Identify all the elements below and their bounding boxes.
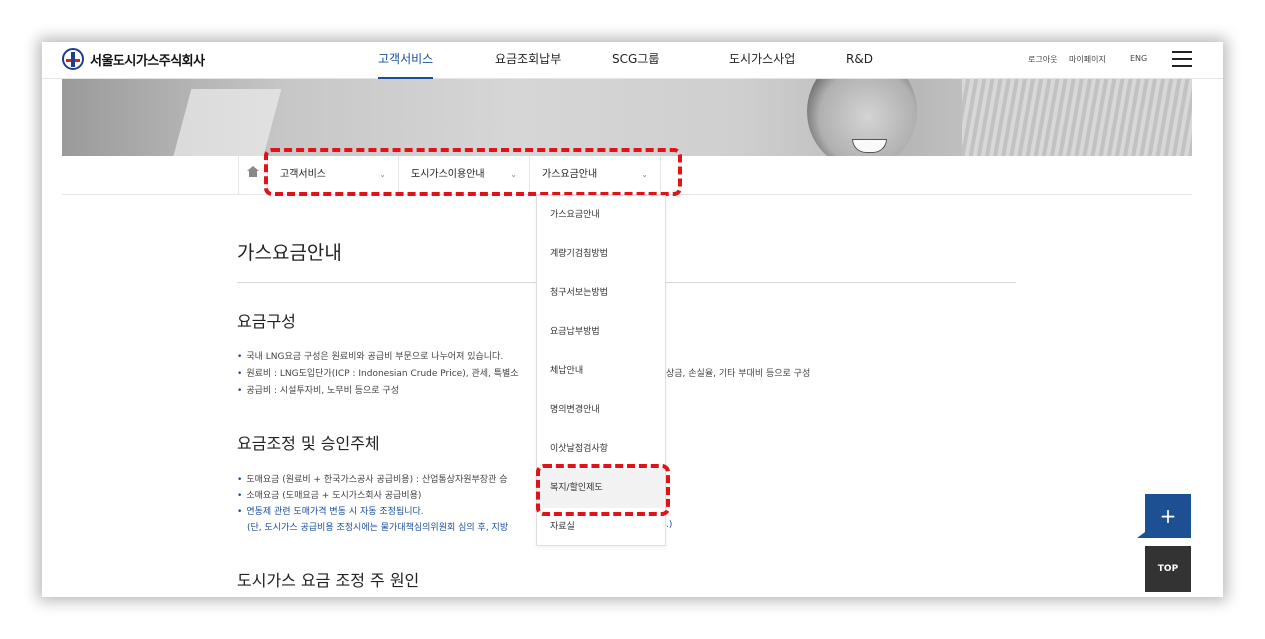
list-item: • 도매요금 (원료비 + 한국가스공사 공급비용) : 산업통상자원부장관 승: [237, 475, 508, 485]
mypage-link[interactable]: 마이페이지: [1069, 54, 1106, 65]
logo-text: 서울도시가스주식회사: [90, 53, 205, 69]
list-item-tail: 상금, 손실율, 기타 부대비 등으로 구성: [666, 369, 811, 379]
menu-item-name-change[interactable]: 명의변경안내: [537, 391, 665, 430]
home-icon: [247, 166, 259, 180]
site-header: 서울도시가스주식회사 고객서비스 요금조회납부 SCG그룹 도시가스사업 R&D…: [42, 42, 1223, 79]
english-link[interactable]: ENG: [1130, 54, 1147, 63]
nav-rnd[interactable]: R&D: [846, 42, 873, 79]
list-item: • 국내 LNG요금 구성은 원료비와 공급비 부문으로 나누어져 있습니다.: [237, 352, 504, 362]
site-logo[interactable]: 서울도시가스주식회사: [62, 48, 205, 70]
menu-item-meter-reading[interactable]: 계량기검침방법: [537, 235, 665, 274]
list-item: • 원료비 : LNG도입단가(ICP : Indonesian Crude Pr…: [237, 369, 519, 379]
menu-item-payment-method[interactable]: 요금납부방법: [537, 313, 665, 352]
section-title-fee-structure: 요금구성: [237, 312, 296, 331]
browser-page: 서울도시가스주식회사 고객서비스 요금조회납부 SCG그룹 도시가스사업 R&D…: [42, 42, 1223, 597]
list-item: • 공급비 : 시설투자비, 노무비 등으로 구성: [237, 386, 399, 396]
note-text: (단, 도시가스 공급비용 조정시에는 물가대책심의위원회 심의 후, 지방: [247, 523, 509, 533]
list-item: • 연동제 관련 도매가격 변동 시 자동 조정됩니다.: [237, 507, 424, 517]
highlight-welfare-box: [536, 464, 670, 516]
nav-customer-service[interactable]: 고객서비스: [378, 42, 434, 79]
logo-icon: [62, 48, 84, 70]
section-title-causes: 도시가스 요금 조정 주 원인: [237, 571, 420, 590]
logout-link[interactable]: 로그아웃: [1028, 54, 1057, 65]
plus-button[interactable]: +: [1137, 494, 1191, 538]
nav-city-gas-business[interactable]: 도시가스사업: [729, 42, 795, 79]
menu-icon[interactable]: [1172, 51, 1192, 68]
highlight-breadcrumb-box: [264, 148, 682, 196]
note-text-tail: .): [666, 520, 673, 530]
nav-bill-inquiry[interactable]: 요금조회납부: [495, 42, 561, 79]
page-title: 가스요금안내: [237, 242, 342, 264]
nav-scg-group[interactable]: SCG그룹: [612, 42, 659, 79]
list-item: • 소매요금 (도매요금 + 도시가스회사 공급비용): [237, 491, 422, 501]
menu-item-gas-fee-guide[interactable]: 가스요금안내: [537, 196, 665, 235]
menu-item-overdue[interactable]: 체납안내: [537, 352, 665, 391]
scroll-top-button[interactable]: TOP: [1145, 546, 1191, 592]
hero-banner-image: [62, 79, 1192, 156]
section-title-adjustment: 요금조정 및 승인주체: [237, 434, 380, 453]
menu-item-read-bill[interactable]: 청구서보는방법: [537, 274, 665, 313]
